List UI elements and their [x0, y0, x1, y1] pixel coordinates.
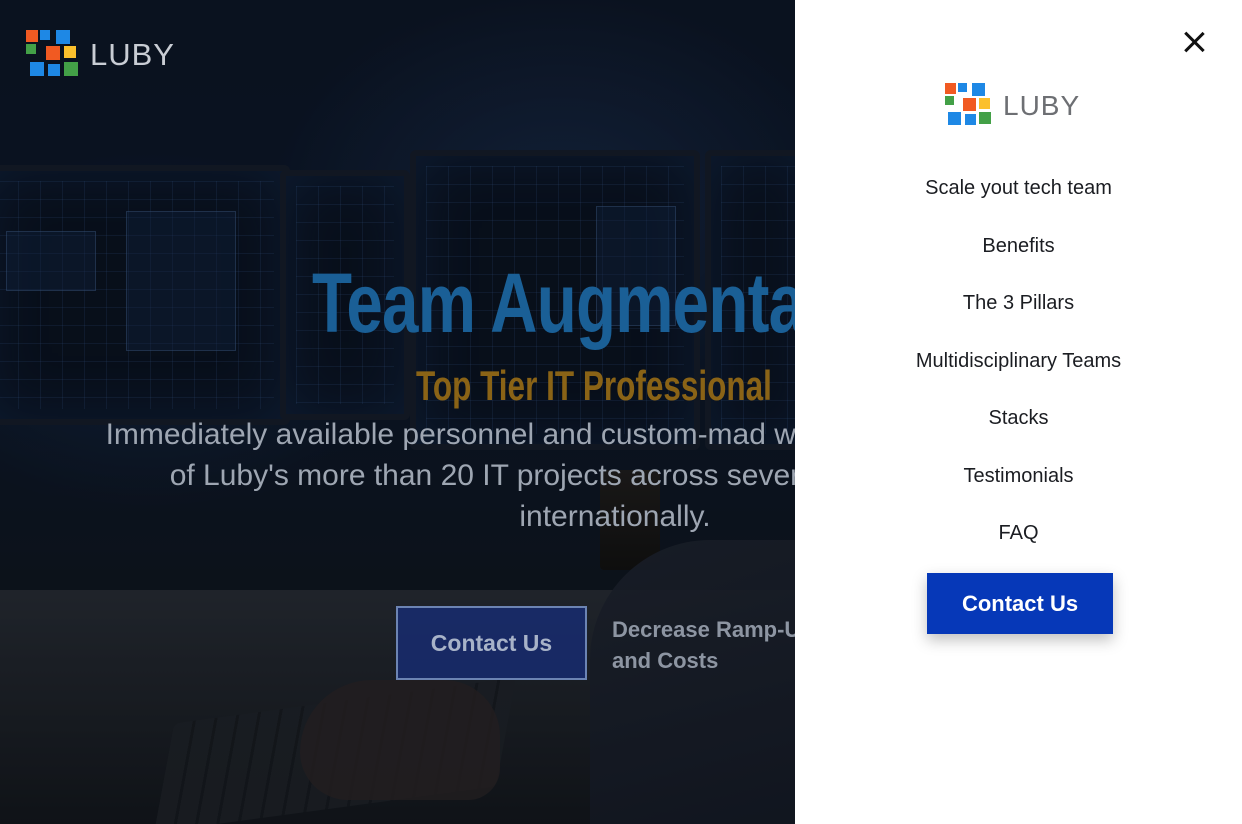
hero-description: Immediately available personnel and cust… — [105, 418, 795, 533]
hero-subtitle: Top Tier IT Professional — [416, 362, 772, 409]
hero-section: LUBY Team Augmenta Top Tier IT Professio… — [0, 0, 795, 824]
overlay-dim — [0, 0, 795, 824]
luby-pixel-logo-icon — [26, 30, 78, 80]
luby-pixel-logo-icon — [945, 83, 991, 128]
menu-item-faq[interactable]: FAQ — [795, 505, 1242, 563]
hero-note: Decrease Ramp-U Time and Costs — [612, 617, 795, 673]
menu-item-testimonials[interactable]: Testimonials — [795, 448, 1242, 506]
hero-contact-button[interactable]: Contact Us — [396, 606, 587, 680]
close-icon[interactable] — [1182, 30, 1206, 54]
logo-text: LUBY — [90, 37, 175, 72]
menu-contact-button[interactable]: Contact Us — [927, 573, 1113, 634]
menu-nav: Scale yout tech team Benefits The 3 Pill… — [795, 160, 1242, 563]
menu-logo[interactable]: LUBY — [945, 83, 1080, 128]
hero-title: Team Augmenta — [312, 256, 795, 350]
menu-item-multidisciplinary-teams[interactable]: Multidisciplinary Teams — [795, 333, 1242, 391]
menu-item-benefits[interactable]: Benefits — [795, 218, 1242, 276]
side-menu: LUBY Scale yout tech team Benefits The 3… — [795, 0, 1242, 824]
menu-item-stacks[interactable]: Stacks — [795, 390, 1242, 448]
logo-text: LUBY — [1003, 89, 1081, 121]
header-logo[interactable]: LUBY — [26, 30, 175, 80]
menu-item-scale-team[interactable]: Scale yout tech team — [795, 160, 1242, 218]
menu-item-pillars[interactable]: The 3 Pillars — [795, 275, 1242, 333]
